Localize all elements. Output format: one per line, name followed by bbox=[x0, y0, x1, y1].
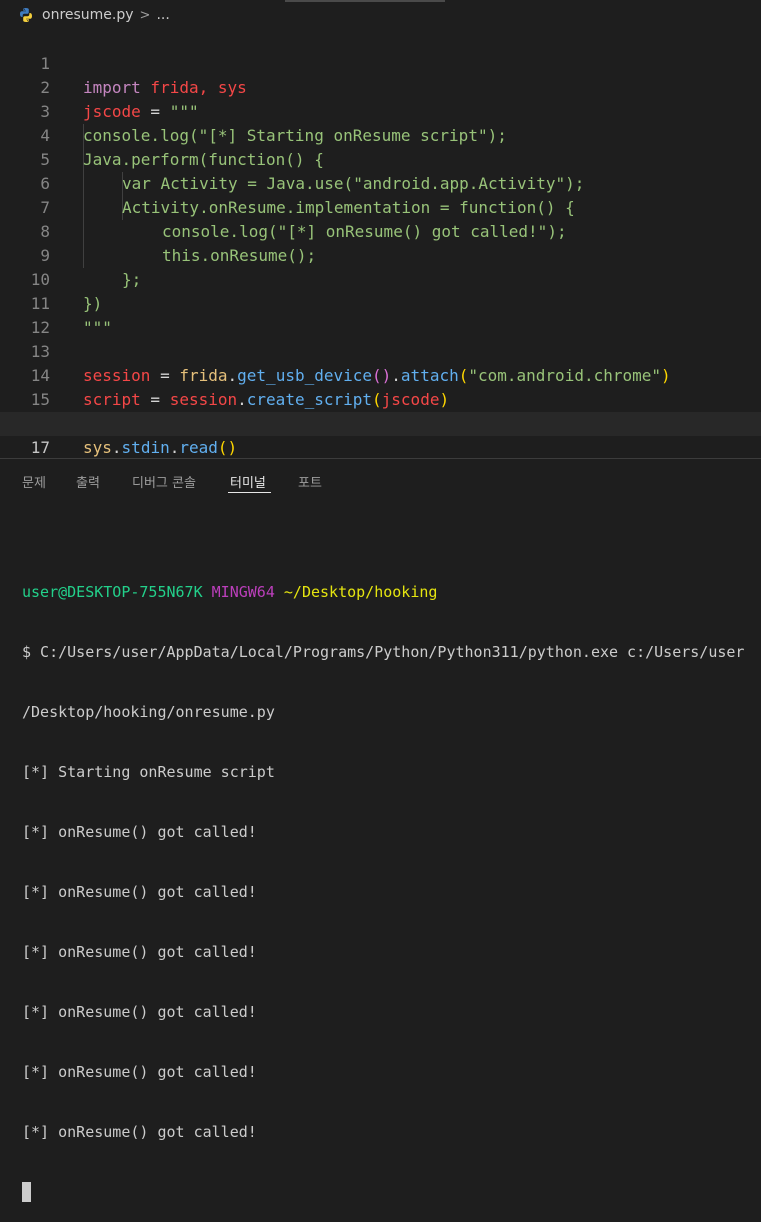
terminal-prompt: user@DESKTOP-755N67K MINGW64 ~/Desktop/h… bbox=[22, 583, 438, 601]
code-line: 6 Activity.onResume.implementation = fun… bbox=[0, 148, 761, 217]
line-number: 17 bbox=[30, 438, 50, 457]
tab-terminal[interactable]: 터미널 bbox=[230, 472, 266, 491]
terminal-line: [*] onResume() got called! bbox=[22, 1063, 257, 1081]
terminal-line: [*] onResume() got called! bbox=[22, 823, 257, 841]
code-line: 14 script = session.create_script(jscode… bbox=[0, 340, 761, 409]
terminal-output[interactable]: user@DESKTOP-755N67K MINGW64 ~/Desktop/h… bbox=[22, 542, 761, 1222]
code-line: 15 script.load() bbox=[0, 364, 761, 433]
code-line: 3 console.log("[*] Starting onResume scr… bbox=[0, 76, 761, 145]
terminal-line: [*] onResume() got called! bbox=[22, 1123, 257, 1141]
terminal-command: $ C:/Users/user/AppData/Local/Programs/P… bbox=[22, 643, 745, 661]
code-line: 2 jscode = """ bbox=[0, 52, 761, 121]
python-file-icon bbox=[20, 8, 32, 22]
code-line: 13 session = frida.get_usb_device().atta… bbox=[0, 316, 761, 385]
code-line: 16 sys.stdin.read() bbox=[0, 388, 761, 457]
breadcrumb-more[interactable]: ... bbox=[156, 7, 169, 23]
panel-divider[interactable] bbox=[0, 458, 761, 459]
code-line: 4 Java.perform(function() { bbox=[0, 100, 761, 169]
panel-tabs: 문제 출력 디버그 콘솔 터미널 포트 bbox=[0, 462, 761, 500]
code-line: 5 var Activity = Java.use("android.app.A… bbox=[0, 124, 761, 193]
tab-debug-console[interactable]: 디버그 콘솔 bbox=[132, 472, 196, 491]
code-editor[interactable]: 1 import frida, sys 2 jscode = """ 3 con… bbox=[0, 28, 761, 458]
code-line: 12 bbox=[0, 292, 761, 337]
tab-output[interactable]: 출력 bbox=[76, 472, 100, 491]
tab-problems[interactable]: 문제 bbox=[22, 472, 46, 491]
code-line: 11 """ bbox=[0, 268, 761, 337]
terminal-line: [*] Starting onResume script bbox=[22, 763, 275, 781]
current-code-line[interactable]: 17 bbox=[0, 412, 761, 457]
code-line: 9 }; bbox=[0, 220, 761, 289]
breadcrumb: onresume.py > ... bbox=[0, 0, 761, 30]
terminal-line: [*] onResume() got called! bbox=[22, 943, 257, 961]
chevron-right-icon: > bbox=[139, 7, 151, 23]
active-tab-indicator bbox=[228, 492, 271, 493]
code-line: 8 this.onResume(); bbox=[0, 196, 761, 265]
terminal-command: /Desktop/hooking/onresume.py bbox=[22, 703, 275, 721]
code-line: 10 }) bbox=[0, 244, 761, 313]
breadcrumb-file[interactable]: onresume.py bbox=[42, 7, 134, 23]
terminal-line: [*] onResume() got called! bbox=[22, 883, 257, 901]
code-line: 7 console.log("[*] onResume() got called… bbox=[0, 172, 761, 241]
code-line: 1 import frida, sys bbox=[0, 28, 761, 97]
tab-ports[interactable]: 포트 bbox=[298, 472, 322, 491]
terminal-cursor bbox=[22, 1182, 31, 1202]
terminal-line: [*] onResume() got called! bbox=[22, 1003, 257, 1021]
